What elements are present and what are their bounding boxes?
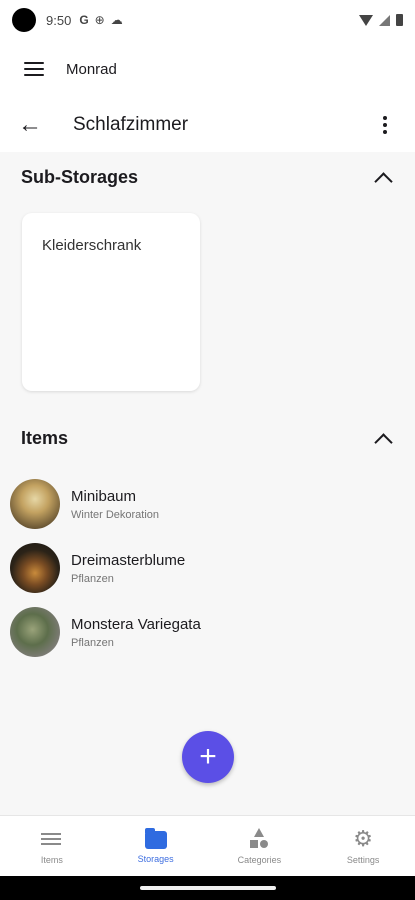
sub-storages-header[interactable]: Sub-Storages <box>0 152 415 202</box>
add-fab-button[interactable]: + <box>182 731 234 783</box>
status-bar: 9:50 G ⊕ ☁ <box>0 0 415 40</box>
item-name: Dreimasterblume <box>71 551 186 569</box>
items-header[interactable]: Items <box>0 413 415 463</box>
item-row[interactable]: Monstera Variegata Pflanzen <box>0 602 415 662</box>
item-category: Pflanzen <box>71 572 114 585</box>
back-arrow-icon[interactable]: ← <box>18 113 42 137</box>
nav-label: Items <box>40 854 63 865</box>
home-title: Monrad <box>66 60 117 78</box>
nav-label: Settings <box>346 854 380 865</box>
item-name: Monstera Variegata <box>71 615 201 633</box>
nav-tab-settings[interactable]: ⚙ Settings <box>311 816 415 876</box>
nav-tab-items[interactable]: Items <box>0 816 104 876</box>
plus-icon: + <box>199 740 217 773</box>
sub-storages-title: Sub-Storages <box>21 166 139 187</box>
home-gesture-handle[interactable] <box>139 886 276 890</box>
nav-label: Categories <box>237 854 282 865</box>
status-indicators <box>359 14 403 26</box>
gesture-bar <box>0 876 415 900</box>
chevron-up-icon[interactable] <box>374 169 390 185</box>
item-row[interactable]: Minibaum Winter Dekoration <box>0 474 415 534</box>
nav-tab-categories[interactable]: Categories <box>208 816 312 876</box>
page-title: Schlafzimmer <box>73 114 189 135</box>
item-photo-avatar <box>10 543 60 593</box>
items-title: Items <box>21 427 69 448</box>
gear-icon: ⚙ <box>353 825 373 851</box>
sub-storage-card[interactable]: Kleiderschrank <box>22 213 200 391</box>
home-app-bar: Monrad <box>0 44 415 94</box>
item-row[interactable]: Dreimasterblume Pflanzen <box>0 538 415 598</box>
nav-tab-storages[interactable]: Storages <box>104 816 208 876</box>
chevron-up-icon[interactable] <box>374 430 390 446</box>
wifi-icon <box>359 14 373 26</box>
item-category: Pflanzen <box>71 636 114 649</box>
camera-cutout <box>12 8 36 32</box>
shapes-icon <box>248 827 270 850</box>
list-icon <box>40 828 63 850</box>
cloud-icon: ☁ <box>110 13 123 27</box>
sub-storage-name: Kleiderschrank <box>42 237 142 254</box>
storage-content: Sub-Storages Kleiderschrank Items Miniba… <box>0 152 415 815</box>
bottom-navigation: Items Storages Categories ⚙ Settings <box>0 815 415 876</box>
google-icon: G <box>79 13 89 27</box>
vpn-globe-icon: ⊕ <box>94 13 105 27</box>
storage-app-bar: ← Schlafzimmer <box>0 98 415 152</box>
item-photo-avatar <box>10 479 60 529</box>
folder-icon <box>144 827 167 849</box>
status-time: 9:50 <box>46 12 72 28</box>
battery-icon <box>396 14 403 26</box>
menu-icon[interactable] <box>24 62 44 76</box>
signal-icon <box>379 14 390 26</box>
more-vert-icon[interactable] <box>373 113 397 137</box>
item-name: Minibaum <box>71 487 137 505</box>
item-photo-avatar <box>10 607 60 657</box>
nav-label: Storages <box>137 853 174 864</box>
item-category: Winter Dekoration <box>71 508 160 521</box>
